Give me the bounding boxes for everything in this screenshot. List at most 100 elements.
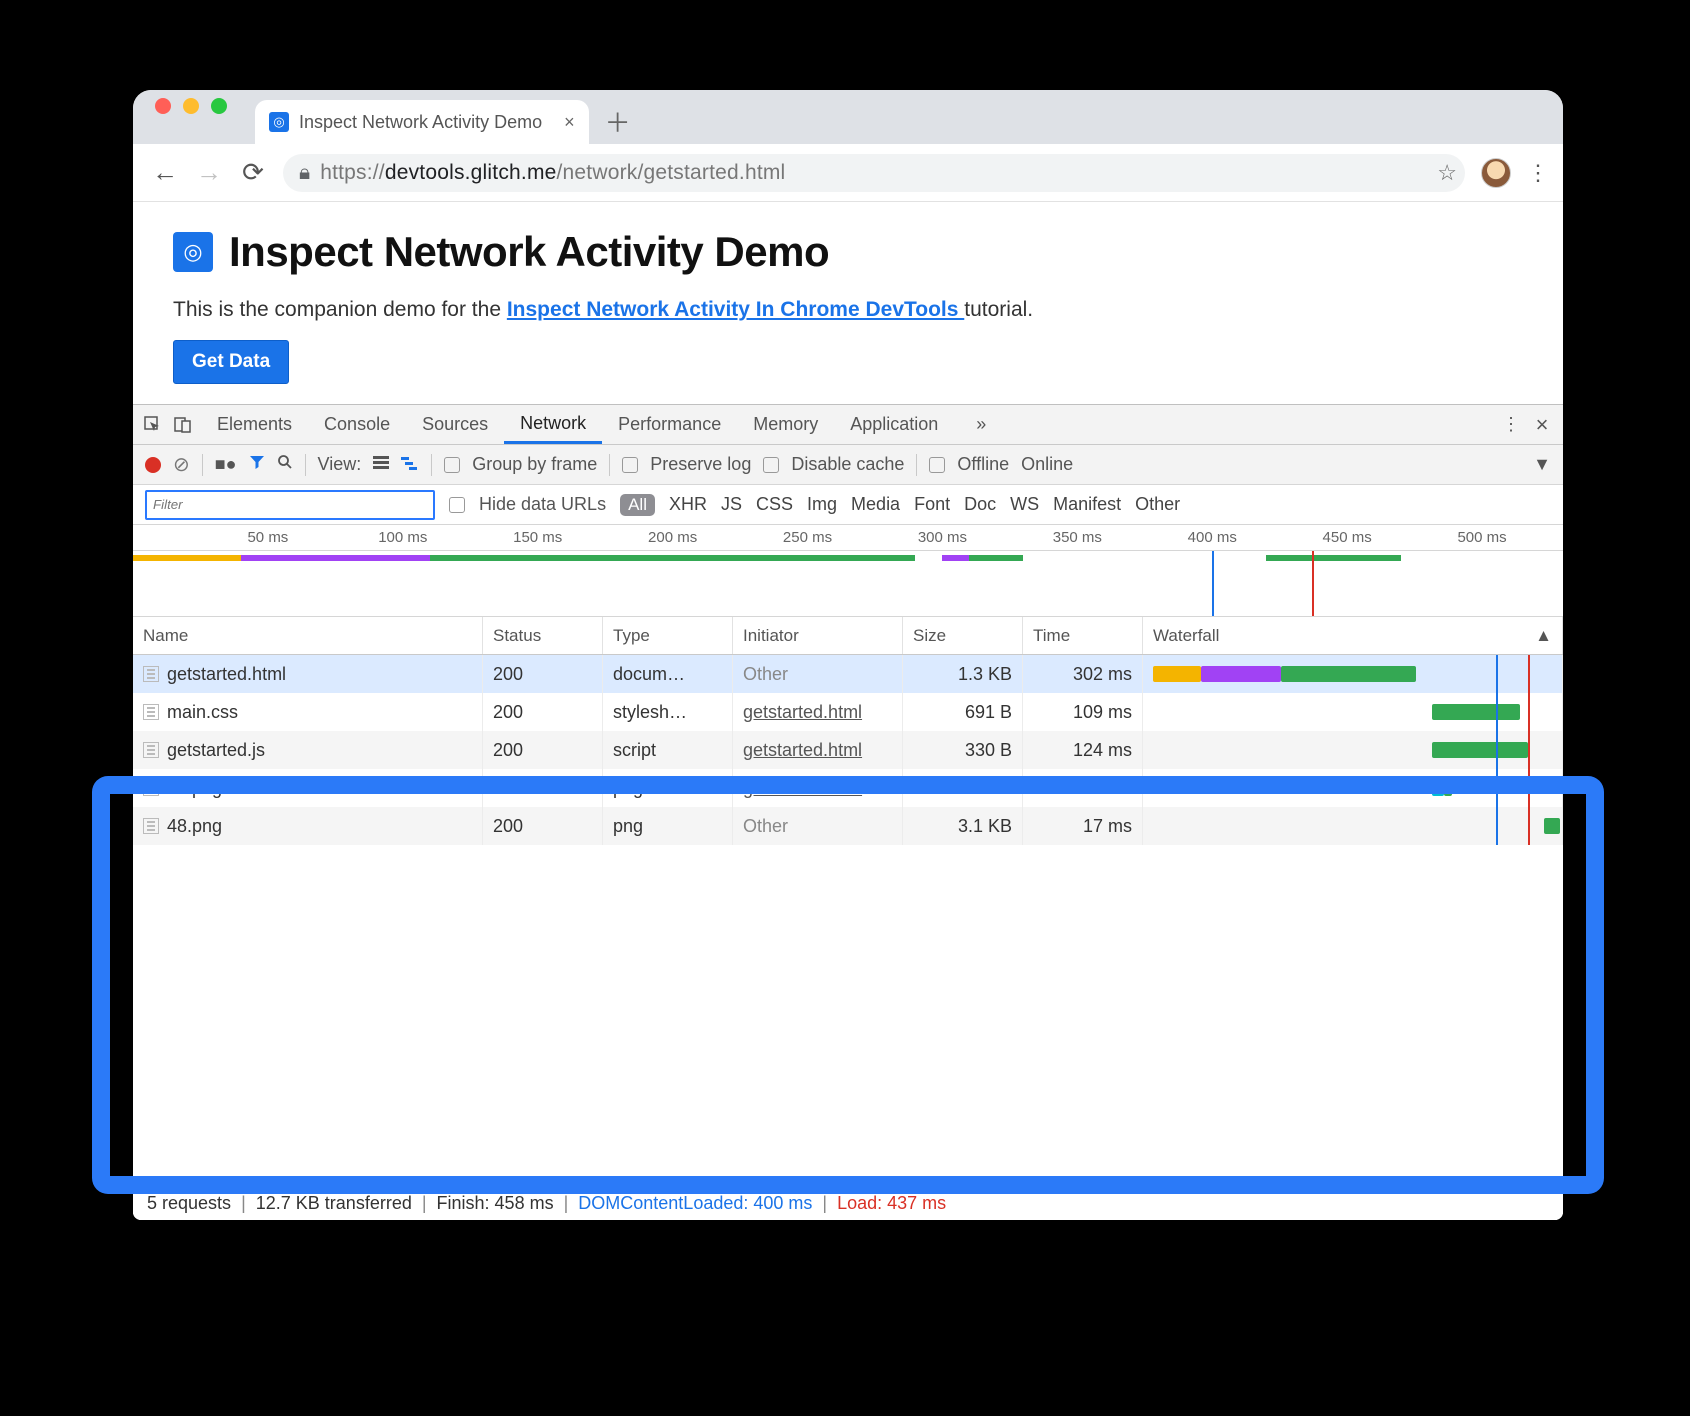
filter-type-media[interactable]: Media [851,494,900,516]
profile-avatar[interactable] [1481,158,1511,188]
new-tab-button[interactable]: ＋ [599,102,637,140]
devtools-tab-network[interactable]: Network [504,405,602,444]
devtools-tab-sources[interactable]: Sources [406,405,504,444]
back-button[interactable]: ← [151,157,179,188]
tutorial-link[interactable]: Inspect Network Activity In Chrome DevTo… [507,298,964,321]
tab-strip: ◎ Inspect Network Activity Demo × ＋ [133,90,1563,144]
online-label[interactable]: Online [1021,454,1073,475]
initiator-link[interactable]: getstarted.html [743,778,862,799]
file-icon [143,780,159,796]
tab-favicon: ◎ [269,112,289,132]
close-tab-icon[interactable]: × [564,112,575,133]
col-header-type[interactable]: Type [603,617,733,654]
filter-type-doc[interactable]: Doc [964,494,996,516]
devtools-more-tabs-icon[interactable]: » [960,405,1002,444]
devtools-tab-application[interactable]: Application [834,405,954,444]
filter-type-manifest[interactable]: Manifest [1053,494,1121,516]
ruler-tick: 250 ms [783,529,832,546]
table-row[interactable]: 48.png200pngOther3.1 KB17 ms [133,807,1563,845]
bookmark-icon[interactable]: ☆ [1437,160,1457,186]
table-row[interactable]: getstarted.js200scriptgetstarted.html330… [133,731,1563,769]
view-label: View: [318,454,362,475]
initiator-link[interactable]: getstarted.html [743,740,862,761]
record-button[interactable] [145,457,161,473]
group-by-frame-checkbox[interactable] [444,457,460,473]
search-icon[interactable] [277,454,293,475]
get-data-button[interactable]: Get Data [173,340,289,384]
browser-tab[interactable]: ◎ Inspect Network Activity Demo × [255,100,589,144]
filter-type-js[interactable]: JS [721,494,742,516]
overview-segment [942,555,969,561]
col-header-name[interactable]: Name [133,617,483,654]
devtools-tab-console[interactable]: Console [308,405,406,444]
devtools-tab-performance[interactable]: Performance [602,405,737,444]
clear-button[interactable]: ⊘ [173,452,190,477]
file-name: getstarted.js [167,740,265,761]
overview-segment [1266,555,1401,561]
devtools-tab-memory[interactable]: Memory [737,405,834,444]
filter-type-other[interactable]: Other [1135,494,1180,516]
browser-toolbar: ← → ⟳ 🔒︎ https://devtools.glitch.me/netw… [133,144,1563,202]
filter-type-ws[interactable]: WS [1010,494,1039,516]
filter-type-font[interactable]: Font [914,494,950,516]
device-toolbar-icon[interactable] [171,416,195,434]
reload-button[interactable]: ⟳ [239,157,267,188]
offline-label: Offline [957,454,1009,475]
offline-checkbox[interactable] [929,457,945,473]
network-table: NameStatusTypeInitiatorSizeTimeWaterfall… [133,617,1563,1220]
throttling-dropdown-icon[interactable]: ▼ [1533,454,1551,475]
large-rows-icon[interactable] [373,454,389,475]
devtools-tab-elements[interactable]: Elements [201,405,308,444]
timeline-overview[interactable] [133,551,1563,617]
filter-type-xhr[interactable]: XHR [669,494,707,516]
status-load: Load: 437 ms [837,1193,946,1214]
disable-cache-checkbox[interactable] [763,457,779,473]
table-headers: NameStatusTypeInitiatorSizeTimeWaterfall… [133,617,1563,655]
file-icon [143,666,159,682]
ruler-tick: 100 ms [378,529,427,546]
col-header-time[interactable]: Time [1023,617,1143,654]
filter-type-all[interactable]: All [620,494,655,516]
table-row[interactable]: getstarted.html200docum…Other1.3 KB302 m… [133,655,1563,693]
devtools-panel: ElementsConsoleSourcesNetworkPerformance… [133,404,1563,1220]
filter-toggle-icon[interactable] [249,454,265,475]
inspect-element-icon[interactable] [141,416,165,434]
file-name: getstarted.html [167,664,286,685]
minimize-window-button[interactable] [183,98,199,114]
browser-window: ◎ Inspect Network Activity Demo × ＋ ← → … [133,90,1563,1220]
col-header-status[interactable]: Status [483,617,603,654]
network-status-bar: 5 requests| 12.7 KB transferred| Finish:… [133,1184,1563,1220]
filter-input[interactable] [145,490,435,520]
preserve-log-checkbox[interactable] [622,457,638,473]
hide-data-urls-checkbox[interactable] [449,497,465,513]
ruler-tick: 50 ms [247,529,288,546]
ruler-tick: 300 ms [918,529,967,546]
tab-title: Inspect Network Activity Demo [299,112,542,133]
status-requests: 5 requests [147,1193,231,1214]
group-by-frame-label: Group by frame [472,454,597,475]
forward-button[interactable]: → [195,157,223,188]
table-row[interactable]: 96.png200pnggetstarted.html7.3 KB11 ms [133,769,1563,807]
address-bar[interactable]: 🔒︎ https://devtools.glitch.me/network/ge… [283,154,1465,192]
devtools-close-icon[interactable]: × [1529,412,1555,438]
ruler-tick: 400 ms [1188,529,1237,546]
devtools-menu-icon[interactable]: ⋮ [1499,414,1523,435]
camera-icon[interactable]: ■● [215,454,237,475]
table-row[interactable]: main.css200stylesh…getstarted.html691 B1… [133,693,1563,731]
waterfall-view-icon[interactable] [401,454,419,475]
col-header-size[interactable]: Size [903,617,1023,654]
close-window-button[interactable] [155,98,171,114]
filter-type-css[interactable]: CSS [756,494,793,516]
col-header-waterfall[interactable]: Waterfall▲ [1143,617,1563,654]
initiator-link[interactable]: getstarted.html [743,702,862,723]
file-name: 96.png [167,778,222,799]
browser-menu-icon[interactable]: ⋮ [1527,160,1545,186]
timeline-ruler: 50 ms100 ms150 ms200 ms250 ms300 ms350 m… [133,525,1563,551]
status-domcontentloaded: DOMContentLoaded: 400 ms [578,1193,812,1214]
network-toolbar: ⊘ ■● View: Group by frame Preserve log [133,445,1563,485]
col-header-initiator[interactable]: Initiator [733,617,903,654]
fullscreen-window-button[interactable] [211,98,227,114]
window-controls [155,90,227,144]
filter-type-img[interactable]: Img [807,494,837,516]
initiator-text: Other [743,664,788,685]
